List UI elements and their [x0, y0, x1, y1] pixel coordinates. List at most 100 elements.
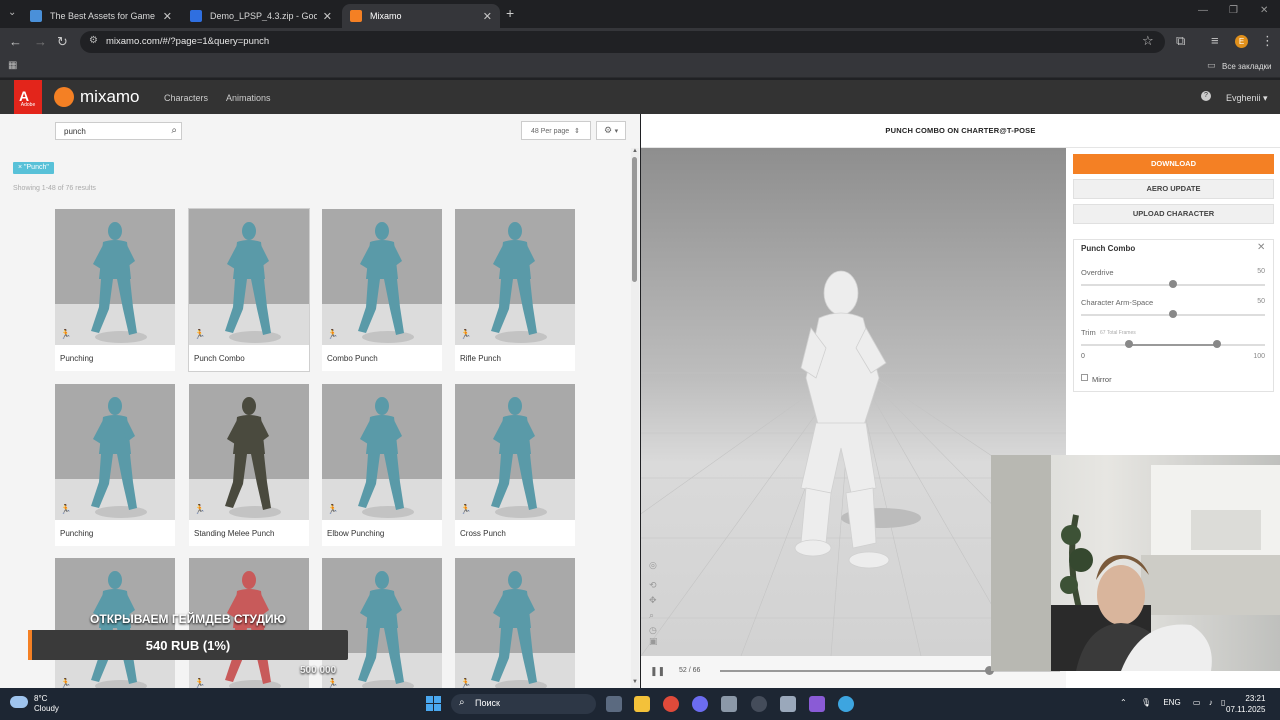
minimize-window-icon[interactable]: —: [1198, 5, 1208, 16]
animation-card[interactable]: 🏃 Combo Punch: [322, 209, 442, 371]
browser-menu-icon[interactable]: ⋮: [1261, 33, 1274, 49]
start-tile: [434, 704, 441, 711]
close-icon[interactable]: ✕: [1257, 242, 1265, 253]
extensions-icon[interactable]: ⧉: [1176, 33, 1185, 49]
windows-start-icon[interactable]: [426, 696, 442, 712]
all-bookmarks-link[interactable]: Все закладки: [1222, 62, 1271, 71]
browser-tab[interactable]: The Best Assets for Game Maki ✕: [22, 4, 180, 28]
address-bar[interactable]: ⚙ mixamo.com/#/?page=1&query=punch: [80, 31, 1165, 53]
telegram-icon[interactable]: [838, 696, 854, 712]
gear-icon: ⚙: [604, 125, 613, 135]
forward-arrow-icon[interactable]: →: [34, 34, 47, 49]
nav-characters[interactable]: Characters: [164, 93, 208, 103]
mirror-checkbox[interactable]: [1081, 374, 1088, 381]
overdrive-slider-handle[interactable]: [1169, 280, 1177, 288]
animation-card[interactable]: 🏃 Punch Combo: [189, 209, 309, 371]
filter-pill[interactable]: × "Punch": [13, 162, 54, 174]
unity-icon[interactable]: [721, 696, 737, 712]
close-window-icon[interactable]: ✕: [1260, 5, 1268, 16]
animation-card[interactable]: 🏃: [455, 558, 575, 694]
tab-favicon-icon: [350, 10, 362, 22]
app-icon[interactable]: [751, 696, 767, 712]
language-indicator[interactable]: ENG: [1163, 698, 1180, 707]
scroll-up-icon[interactable]: ▲: [632, 148, 638, 154]
site-info-icon[interactable]: ⚙: [89, 35, 98, 46]
taskbar-search[interactable]: ⌕ Поиск: [451, 694, 596, 714]
nav-animations[interactable]: Animations: [226, 93, 271, 103]
network-icon[interactable]: ▭: [1193, 698, 1201, 707]
pause-icon[interactable]: ❚❚: [650, 666, 665, 677]
bookmark-star-icon[interactable]: ☆: [1142, 33, 1154, 49]
chevron-down-icon: ▾: [614, 128, 619, 135]
volume-icon[interactable]: ♪: [1209, 698, 1213, 707]
animation-thumbnail: [322, 384, 442, 520]
animation-thumbnail: [322, 558, 442, 694]
animation-card[interactable]: 🏃 Elbow Punching: [322, 384, 442, 546]
apps-grid-icon[interactable]: ▦: [8, 60, 17, 71]
animation-card[interactable]: 🏃 Standing Melee Punch: [189, 384, 309, 546]
visual-studio-icon[interactable]: [809, 696, 825, 712]
chevron-down-icon: ⇕: [574, 128, 580, 135]
github-icon[interactable]: [692, 696, 708, 712]
chrome-icon[interactable]: [663, 696, 679, 712]
task-view-icon[interactable]: [606, 696, 622, 712]
browser-tab-active[interactable]: Mixamo ✕: [342, 4, 500, 28]
search-icon[interactable]: ⌕: [171, 125, 177, 136]
mixamo-mark-icon: [54, 87, 74, 107]
animation-thumbnail: [55, 558, 175, 694]
microphone-icon[interactable]: 🎙: [1141, 698, 1151, 707]
search-value: punch: [64, 127, 86, 136]
trim-min-value: 0: [1081, 353, 1085, 360]
new-tab-button[interactable]: +: [506, 5, 514, 21]
close-tab-icon[interactable]: ✕: [163, 10, 172, 23]
file-explorer-icon[interactable]: [634, 696, 650, 712]
svg-text:✥: ✥: [649, 596, 657, 606]
back-arrow-icon[interactable]: ←: [9, 34, 22, 49]
tab-list-chevron-icon[interactable]: ⌄: [8, 7, 16, 18]
motion-type-icon: 🏃: [460, 504, 472, 514]
maximize-window-icon[interactable]: ❐: [1229, 5, 1238, 16]
svg-text:◎: ◎: [649, 561, 657, 571]
animation-thumbnail: [455, 558, 575, 694]
help-icon[interactable]: ?: [1201, 91, 1211, 101]
search-input[interactable]: punch ⌕: [55, 122, 182, 140]
aero-update-button[interactable]: AERO UPDATE: [1073, 179, 1274, 199]
arm-space-slider-handle[interactable]: [1169, 310, 1177, 318]
mixamo-logo[interactable]: mixamo: [54, 87, 140, 107]
animation-card[interactable]: 🏃 Punching: [55, 209, 175, 371]
trim-end-handle[interactable]: [1213, 340, 1221, 348]
per-page-select[interactable]: 48 Per page ⇕: [521, 121, 591, 140]
donation-goal-amount: 540 RUB (1%): [145, 638, 231, 653]
adobe-a-icon: A: [19, 88, 30, 104]
svg-text:▣: ▣: [649, 637, 658, 647]
scrollbar-thumb[interactable]: [632, 157, 637, 282]
media-control-icon[interactable]: ≡: [1211, 33, 1219, 48]
download-button[interactable]: DOWNLOAD: [1073, 154, 1274, 174]
settings-dropdown-button[interactable]: ⚙ ▾: [596, 121, 626, 140]
weather-temp: 8°C: [34, 694, 48, 703]
start-tile: [426, 696, 433, 703]
profile-avatar[interactable]: E: [1235, 35, 1248, 48]
unity-hub-icon[interactable]: [780, 696, 796, 712]
animation-card[interactable]: 🏃 Rifle Punch: [455, 209, 575, 371]
start-tile: [426, 704, 433, 711]
reload-icon[interactable]: ↻: [57, 34, 68, 50]
motion-type-icon: 🏃: [194, 329, 206, 339]
animation-card-label: Punching: [60, 354, 94, 363]
svg-text:⌕: ⌕: [649, 611, 654, 621]
animation-card[interactable]: 🏃 Cross Punch: [455, 384, 575, 546]
close-tab-icon[interactable]: ✕: [323, 10, 332, 23]
system-clock[interactable]: 23:21 07.11.2025: [1226, 693, 1265, 715]
trim-slider-range: [1129, 344, 1217, 346]
battery-icon[interactable]: ▯: [1221, 698, 1225, 707]
browser-tab[interactable]: Demo_LPSP_4.3.zip - Google D ✕: [182, 4, 340, 28]
tray-chevron-icon[interactable]: ⌃: [1120, 698, 1127, 707]
close-tab-icon[interactable]: ✕: [483, 10, 492, 23]
animation-thumbnail: [322, 209, 442, 345]
scroll-down-icon[interactable]: ▼: [632, 679, 638, 685]
user-menu[interactable]: Evghenii ▾: [1226, 93, 1268, 104]
motion-type-icon: 🏃: [460, 329, 472, 339]
upload-character-button[interactable]: UPLOAD CHARACTER: [1073, 204, 1274, 224]
animation-card[interactable]: 🏃 Punching: [55, 384, 175, 546]
trim-start-handle[interactable]: [1125, 340, 1133, 348]
